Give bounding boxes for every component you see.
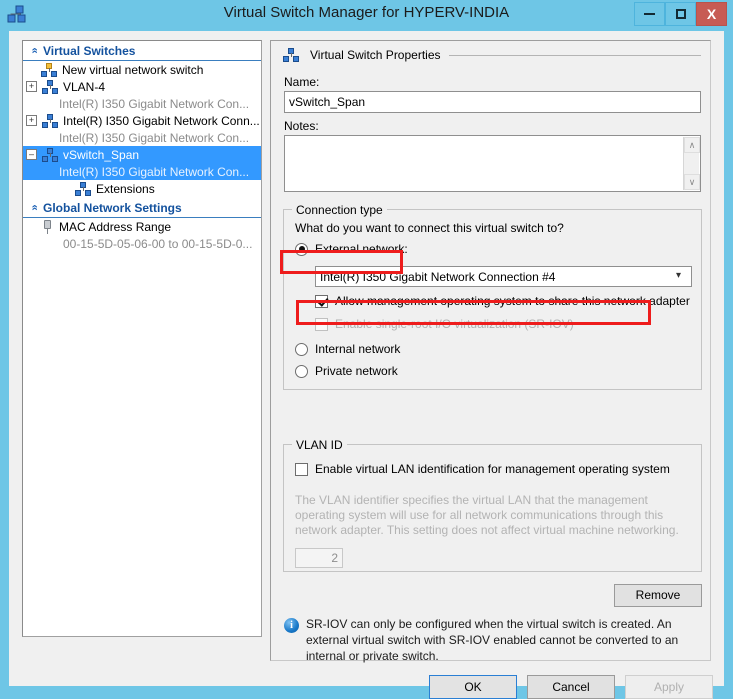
notes-field-wrapper: ∧ ∨ [284, 135, 701, 192]
external-network-label: External network: [315, 242, 408, 256]
private-network-radio-row[interactable]: Private network [295, 364, 398, 378]
external-network-radio[interactable] [295, 242, 308, 256]
window-controls: X [634, 2, 727, 26]
enable-vlan-row[interactable]: Enable virtual LAN identification for ma… [295, 462, 670, 476]
tree-group-global-network-settings[interactable]: « Global Network Settings [23, 198, 261, 218]
vlan-help-text: The VLAN identifier specifies the virtua… [295, 493, 679, 537]
tree-item-mac-address-range[interactable]: MAC Address Range [23, 218, 261, 235]
connection-question-label: What do you want to connect this virtual… [295, 221, 564, 235]
maximize-button[interactable] [665, 2, 696, 26]
sriov-checkbox [315, 317, 328, 331]
tree-item-vlan-4[interactable]: + VLAN-4 [23, 78, 261, 95]
vlan-id-input[interactable] [295, 548, 343, 568]
notes-scrollbar[interactable]: ∧ ∨ [683, 137, 700, 190]
tree-item-label: VLAN-4 [63, 79, 106, 94]
expander-icon[interactable]: + [26, 115, 37, 126]
tree-group-label: Virtual Switches [43, 43, 136, 58]
chevron-up-icon: « [28, 47, 41, 54]
header-rule [448, 54, 701, 56]
expander-icon[interactable]: + [26, 81, 37, 92]
new-switch-icon [41, 62, 58, 77]
switch-icon [42, 79, 59, 94]
vlan-id-group: VLAN ID Enable virtual LAN identificatio… [283, 438, 702, 572]
ok-button[interactable]: OK [429, 675, 517, 699]
virtual-switch-manager-window: Virtual Switch Manager for HYPERV-INDIA … [0, 0, 733, 699]
scroll-up-arrow-icon[interactable]: ∧ [684, 137, 700, 153]
network-adapter-select[interactable]: Intel(R) I350 Gigabit Network Connection… [315, 266, 692, 287]
tree-item-vlan-4-subtitle: Intel(R) I350 Gigabit Network Con... [23, 95, 261, 112]
external-network-radio-row[interactable]: External network: [295, 242, 408, 256]
tree-item-vswitch-span[interactable]: – vSwitch_Span [23, 146, 261, 163]
allow-management-row[interactable]: Allow management operating system to sha… [315, 294, 690, 308]
connection-type-legend: Connection type [292, 203, 387, 217]
tree-item-intel-i350[interactable]: + Intel(R) I350 Gigabit Network Conn... [23, 112, 261, 129]
tree-item-label: MAC Address Range [59, 219, 172, 234]
enable-vlan-label: Enable virtual LAN identification for ma… [315, 462, 670, 476]
chevron-up-icon: « [28, 204, 41, 211]
internal-network-label: Internal network [315, 342, 401, 356]
tree-group-label: Global Network Settings [43, 200, 182, 215]
tree-item-vswitch-span-subtitle: Intel(R) I350 Gigabit Network Con... [23, 163, 261, 180]
collapse-expander-icon[interactable]: – [26, 149, 37, 160]
private-network-radio[interactable] [295, 364, 308, 378]
navigation-tree[interactable]: « Virtual Switches New virtual network s… [22, 40, 262, 637]
allow-management-label: Allow management operating system to sha… [335, 294, 690, 308]
cancel-button[interactable]: Cancel [527, 675, 615, 699]
title-bar: Virtual Switch Manager for HYPERV-INDIA … [0, 0, 733, 31]
connection-type-group: Connection type What do you want to conn… [283, 203, 702, 390]
tree-item-label: Intel(R) I350 Gigabit Network Conn... [63, 113, 260, 128]
tree-item-label: Extensions [96, 181, 155, 196]
allow-management-checkbox[interactable] [315, 294, 328, 308]
tree-item-new-virtual-network-switch[interactable]: New virtual network switch [23, 61, 261, 78]
remove-button[interactable]: Remove [614, 584, 702, 607]
tree-item-label: New virtual network switch [62, 62, 204, 77]
dialog-client-area: « Virtual Switches New virtual network s… [9, 31, 724, 699]
scroll-down-arrow-icon[interactable]: ∨ [684, 174, 700, 190]
name-label: Name: [284, 75, 320, 89]
window-title: Virtual Switch Manager for HYPERV-INDIA [223, 4, 510, 21]
switch-icon [42, 147, 59, 162]
virtual-switch-properties-header: Virtual Switch Properties [283, 48, 701, 62]
tree-group-virtual-switches[interactable]: « Virtual Switches [23, 41, 261, 61]
tree-item-sublabel: 00-15-5D-05-06-00 to 00-15-5D-0... [63, 236, 253, 251]
sriov-info-text: SR-IOV can only be configured when the v… [306, 617, 679, 663]
sriov-row: Enable single-root I/O virtualization (S… [315, 317, 574, 331]
tree-item-sublabel: Intel(R) I350 Gigabit Network Con... [59, 164, 250, 179]
switch-name-input[interactable] [284, 91, 701, 113]
group-title-label: Virtual Switch Properties [310, 48, 441, 62]
apply-button: Apply [625, 675, 713, 699]
tree-item-label: vSwitch_Span [63, 147, 140, 162]
enable-vlan-checkbox[interactable] [295, 462, 308, 476]
tree-item-intel-i350-subtitle: Intel(R) I350 Gigabit Network Con... [23, 129, 261, 146]
switch-icon [75, 181, 92, 196]
properties-panel: Virtual Switch Properties Name: Notes: ∧… [270, 40, 711, 663]
tree-item-sublabel: Intel(R) I350 Gigabit Network Con... [59, 96, 250, 111]
close-button[interactable]: X [696, 2, 727, 26]
tree-item-extensions[interactable]: Extensions [23, 180, 261, 197]
tree-item-mac-address-range-subtitle: 00-15-5D-05-06-00 to 00-15-5D-0... [23, 235, 261, 252]
tree-item-sublabel: Intel(R) I350 Gigabit Network Con... [59, 130, 250, 145]
switch-icon [283, 48, 300, 62]
notes-label: Notes: [284, 119, 319, 133]
private-network-label: Private network [315, 364, 398, 378]
sriov-label: Enable single-root I/O virtualization (S… [335, 317, 574, 331]
internal-network-radio-row[interactable]: Internal network [295, 342, 400, 356]
info-icon: i [284, 618, 299, 633]
notes-textarea[interactable] [285, 136, 682, 191]
switch-icon [42, 113, 59, 128]
vlan-id-legend: VLAN ID [292, 438, 347, 452]
minimize-button[interactable] [634, 2, 665, 26]
mac-range-icon [41, 219, 54, 234]
internal-network-radio[interactable] [295, 342, 308, 356]
